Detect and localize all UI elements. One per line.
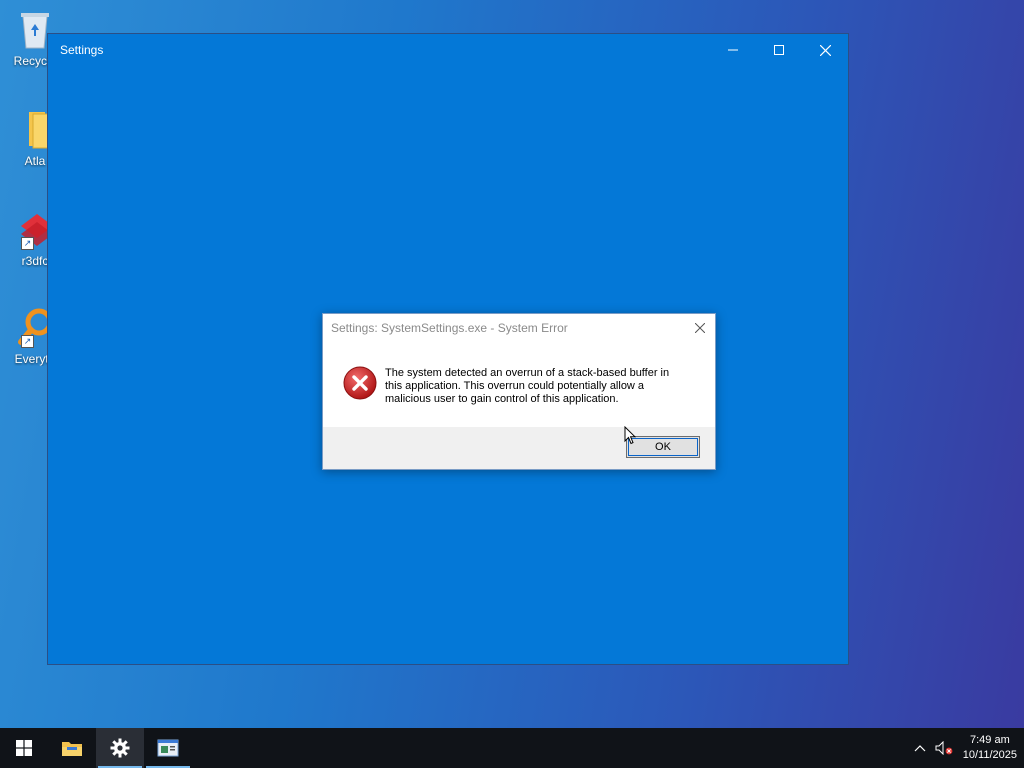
close-button[interactable]	[802, 34, 848, 66]
start-icon	[16, 740, 32, 756]
error-icon	[343, 366, 377, 400]
close-icon	[695, 323, 705, 333]
window-title: Settings	[60, 43, 104, 57]
ok-button[interactable]: OK	[626, 436, 700, 458]
taskbar: 7:49 am 10/11/2025	[0, 728, 1024, 768]
dialog-title-bar[interactable]: Settings: SystemSettings.exe - System Er…	[323, 314, 715, 342]
dialog-title: Settings: SystemSettings.exe - System Er…	[331, 321, 568, 335]
volume-button[interactable]	[931, 728, 957, 768]
dialog-footer: OK	[323, 427, 715, 469]
taskbar-settings[interactable]	[96, 728, 144, 768]
maximize-icon	[774, 45, 784, 55]
clock[interactable]: 7:49 am 10/11/2025	[957, 733, 1024, 763]
settings-gear-icon	[110, 738, 130, 758]
chevron-up-icon	[914, 745, 926, 752]
maximize-button[interactable]	[756, 34, 802, 66]
clock-time: 7:49 am	[970, 734, 1010, 746]
shortcut-arrow-icon: ↗	[21, 237, 34, 250]
dialog-close-button[interactable]	[685, 314, 715, 342]
minimize-icon	[728, 49, 738, 51]
minimize-button[interactable]	[710, 34, 756, 66]
clock-date: 10/11/2025	[962, 749, 1017, 761]
volume-muted-icon	[935, 741, 953, 755]
dialog-body: The system detected an overrun of a stac…	[323, 342, 715, 428]
title-bar[interactable]: Settings	[48, 34, 848, 66]
system-tray: 7:49 am 10/11/2025	[909, 728, 1024, 768]
close-icon	[819, 44, 831, 56]
show-hidden-icons-button[interactable]	[909, 728, 931, 768]
taskbar-file-explorer[interactable]	[48, 728, 96, 768]
start-button[interactable]	[0, 728, 48, 768]
taskbar-app[interactable]	[144, 728, 192, 768]
shortcut-arrow-icon: ↗	[21, 335, 34, 348]
app-window-icon	[157, 739, 179, 757]
dialog-message: The system detected an overrun of a stac…	[385, 367, 670, 405]
error-dialog[interactable]: Settings: SystemSettings.exe - System Er…	[322, 313, 716, 470]
file-explorer-icon	[62, 742, 82, 756]
mouse-cursor-icon	[624, 425, 637, 450]
